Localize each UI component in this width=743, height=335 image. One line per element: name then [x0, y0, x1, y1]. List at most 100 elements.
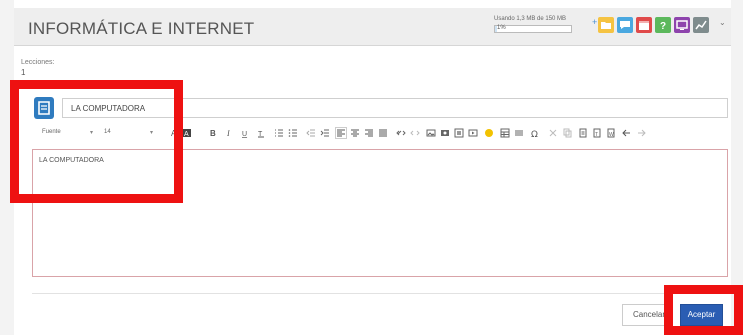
emoticon-button[interactable] [484, 128, 494, 138]
undo-icon [622, 129, 630, 137]
clear-format-icon: T [258, 131, 264, 138]
svg-text:A: A [184, 131, 189, 138]
chevron-down-icon[interactable]: ▾ [90, 129, 93, 136]
chevron-down-icon[interactable]: ⌄ [719, 18, 727, 34]
video-button[interactable] [468, 128, 478, 138]
editor-toolbar: Fuente ▾ 14 ▾ A A B I U T Ω T W [32, 126, 743, 142]
svg-text:I: I [226, 129, 230, 138]
course-header: INFORMÁTICA E INTERNET Usando 1,3 MB de … [14, 8, 731, 46]
video-icon [468, 129, 478, 137]
scissors-icon [549, 129, 557, 137]
storage-progress-bar: 1% [494, 25, 572, 33]
calendar-button[interactable] [636, 17, 652, 33]
lessons-count: 1 [21, 68, 26, 77]
bold-icon: B [210, 129, 216, 138]
folder-icon [601, 22, 611, 29]
emoticon-icon [485, 129, 493, 137]
background-color-button[interactable]: A [182, 128, 192, 138]
rich-text-editor[interactable]: LA COMPUTADORA [32, 149, 728, 277]
svg-text:?: ? [660, 21, 666, 32]
paste-text-button[interactable]: T [592, 128, 602, 138]
bulleted-list-icon [288, 129, 297, 137]
left-margin [0, 0, 14, 335]
svg-text:U: U [242, 131, 247, 138]
table-icon [500, 128, 510, 138]
lesson-title-input[interactable] [62, 98, 728, 118]
help-icon: ? [660, 21, 666, 32]
footer-divider [32, 293, 728, 294]
svg-text:W: W [609, 132, 614, 138]
screen-icon [676, 20, 688, 30]
chevron-down-icon[interactable]: ▾ [150, 129, 153, 136]
image-icon [426, 129, 436, 137]
folder-button[interactable] [598, 17, 614, 33]
horizontal-rule-icon [515, 130, 523, 136]
align-left-icon [337, 129, 345, 137]
unlink-button[interactable] [410, 128, 420, 138]
course-title: INFORMÁTICA E INTERNET [28, 19, 255, 38]
accept-button[interactable]: Aceptar [680, 304, 723, 326]
screen-button[interactable] [674, 17, 690, 33]
horizontal-rule-button[interactable] [514, 128, 524, 138]
redo-button[interactable] [636, 128, 646, 138]
image-button[interactable] [426, 128, 436, 138]
align-right-button[interactable] [364, 128, 374, 138]
svg-text:Ω: Ω [531, 130, 538, 138]
indent-icon [320, 129, 329, 137]
document-icon [34, 97, 54, 119]
paste-word-icon: W [607, 128, 615, 138]
svg-text:T: T [595, 132, 598, 138]
text-color-button[interactable]: A [170, 128, 180, 138]
bulleted-list-button[interactable] [288, 128, 298, 138]
link-button[interactable] [396, 128, 406, 138]
align-center-button[interactable] [350, 128, 360, 138]
calendar-icon [639, 21, 649, 30]
bold-button[interactable]: B [208, 128, 218, 138]
editor-content[interactable]: LA COMPUTADORA [39, 157, 104, 164]
italic-button[interactable]: I [224, 128, 234, 138]
chat-button[interactable] [617, 17, 633, 33]
cut-button[interactable] [548, 128, 558, 138]
font-size-select[interactable]: 14 [104, 129, 111, 135]
font-family-select[interactable]: Fuente [42, 129, 61, 135]
svg-text:A: A [171, 129, 177, 138]
italic-icon: I [226, 129, 230, 138]
embed-icon [454, 128, 464, 138]
align-justify-icon [379, 129, 387, 137]
clear-format-button[interactable]: T [256, 128, 266, 138]
link-icon [396, 130, 406, 136]
outdent-button[interactable] [306, 128, 316, 138]
chart-button[interactable] [693, 17, 709, 33]
ordered-list-button[interactable] [274, 128, 284, 138]
storage-quota: Usando 1,3 MB de 150 MB 1% [494, 16, 584, 33]
media-button[interactable] [440, 128, 450, 138]
chart-icon [695, 20, 707, 30]
align-right-icon [365, 129, 373, 137]
redo-icon [638, 129, 646, 137]
embed-button[interactable] [454, 128, 464, 138]
paste-text-icon: T [593, 128, 601, 138]
special-character-button[interactable]: Ω [530, 128, 540, 138]
media-icon [441, 130, 449, 136]
help-button[interactable]: ? [655, 17, 671, 33]
align-center-icon [351, 129, 359, 137]
align-justify-button[interactable] [378, 128, 388, 138]
underline-button[interactable]: U [240, 128, 250, 138]
paste-word-button[interactable]: W [606, 128, 616, 138]
paste-button[interactable] [578, 128, 588, 138]
cancel-button[interactable]: Cancelar [622, 304, 672, 326]
add-storage-button[interactable]: + [592, 17, 597, 27]
chat-icon [620, 21, 630, 29]
storage-percent-label: 1% [497, 25, 506, 31]
paste-icon [579, 128, 587, 138]
undo-button[interactable] [622, 128, 632, 138]
table-button[interactable] [500, 128, 510, 138]
align-left-button[interactable] [335, 127, 347, 139]
storage-usage-text: Usando 1,3 MB de 150 MB [494, 16, 567, 22]
copy-icon [563, 128, 572, 138]
svg-text:B: B [210, 129, 216, 138]
copy-button[interactable] [562, 128, 572, 138]
indent-button[interactable] [320, 128, 330, 138]
outdent-icon [306, 129, 315, 137]
right-margin [731, 0, 743, 335]
